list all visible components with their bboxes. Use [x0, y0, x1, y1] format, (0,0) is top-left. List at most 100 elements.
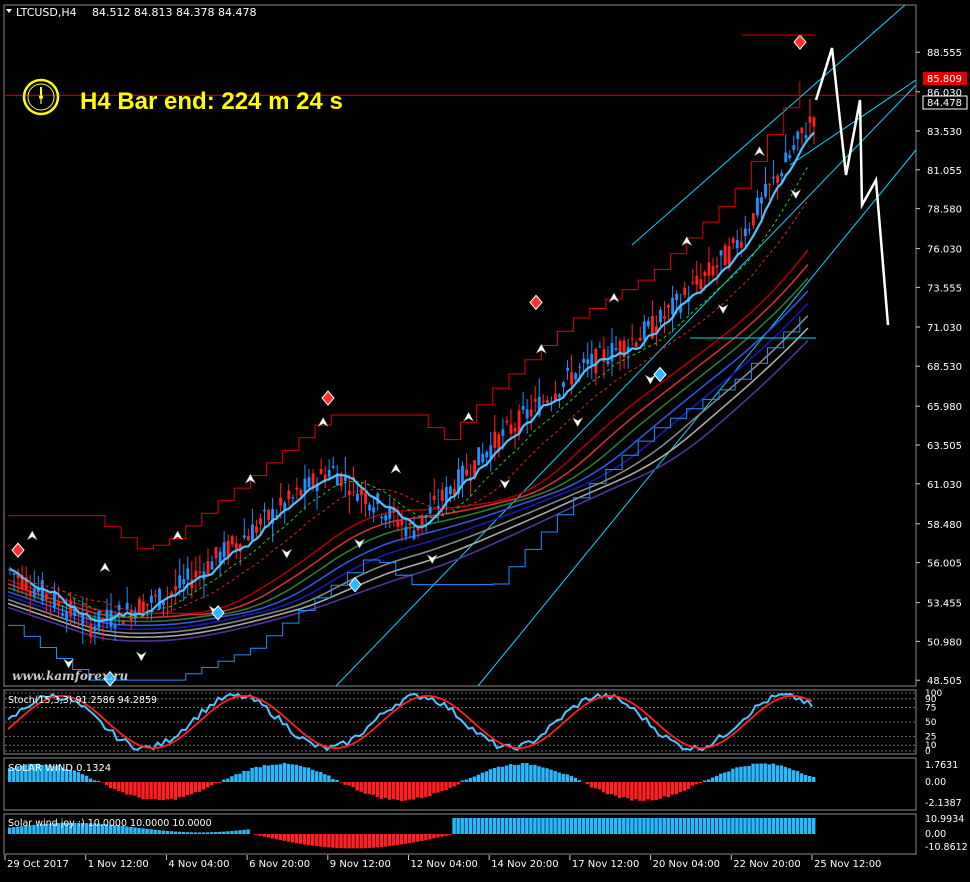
candle-body	[429, 507, 432, 514]
candle-body	[332, 466, 335, 468]
joy-bar	[768, 818, 771, 834]
candle-body	[328, 470, 331, 477]
candle-body	[699, 279, 702, 289]
joy-bar	[157, 830, 160, 834]
candle-body	[372, 507, 375, 512]
joy-bar	[662, 818, 665, 834]
candle-body	[530, 409, 533, 416]
candle-body	[182, 579, 185, 584]
stoch-level-label: 75	[925, 704, 936, 714]
candle-body	[736, 240, 739, 248]
candle-body	[396, 521, 399, 526]
candle-body	[158, 589, 161, 609]
joy-bar	[650, 818, 653, 834]
candle-body	[219, 552, 222, 564]
solar-wind-bar	[93, 780, 96, 782]
solar-wind-bar	[339, 782, 342, 783]
joy-bar	[210, 832, 213, 834]
candle-body	[615, 348, 618, 350]
candle-body	[732, 238, 735, 243]
solar-wind-bar	[170, 782, 173, 799]
solar-wind-bar	[428, 782, 431, 796]
candle-body	[304, 479, 307, 493]
solar-wind-bar	[695, 782, 698, 784]
solar-wind-bar	[796, 771, 799, 782]
candle-body	[441, 490, 444, 501]
joy-bar	[412, 834, 415, 842]
solar-wind-bar	[327, 775, 330, 782]
candle-body	[198, 571, 201, 572]
time-tick-label: 25 Nov 12:00	[814, 859, 881, 870]
joy-bar	[141, 828, 144, 834]
solar-tick-label: 1.7631	[925, 760, 958, 771]
solar-wind-bar	[444, 782, 447, 790]
solar-wind-bar	[557, 772, 560, 782]
joy-bar	[711, 818, 714, 834]
joy-tick-label: -10.8612	[925, 842, 968, 853]
candle-body	[255, 526, 258, 532]
joy-bar	[473, 818, 476, 834]
joy-bar	[521, 818, 524, 834]
solar-wind-bar	[493, 768, 496, 782]
candle-body	[804, 135, 807, 138]
solar-wind-bar	[691, 782, 694, 786]
candle-body	[384, 515, 387, 520]
candle-body	[405, 527, 408, 537]
price-tick-label: 81.055	[927, 166, 962, 177]
candle-body	[740, 242, 743, 248]
time-tick-label: 9 Nov 12:00	[330, 859, 391, 870]
solar-wind-bar	[182, 782, 185, 797]
solar-wind-bar	[440, 782, 443, 791]
joy-bar	[182, 832, 185, 834]
joy-bar	[759, 818, 762, 834]
solar-wind-bar	[715, 776, 718, 782]
solar-wind-bar	[149, 782, 152, 799]
candle-body	[639, 338, 642, 341]
solar-wind-bar	[432, 782, 435, 793]
candle-body	[691, 282, 694, 283]
candle-body	[772, 177, 775, 178]
solar-wind-bar	[711, 778, 714, 782]
joy-bar	[323, 834, 326, 847]
solar-wind-bar	[319, 772, 322, 782]
candle-body	[756, 198, 759, 215]
candle-body	[760, 197, 763, 203]
solar-wind-bar	[355, 782, 358, 790]
solar-wind-bar	[533, 765, 536, 782]
candle-body	[562, 382, 565, 387]
solar-wind-bar	[226, 779, 229, 782]
solar-wind-bar	[642, 782, 645, 801]
solar-wind-bar	[388, 782, 391, 800]
solar-wind-bar	[178, 782, 181, 797]
joy-bar	[481, 818, 484, 834]
candle-body	[251, 525, 254, 540]
candle-body	[45, 594, 48, 599]
candle-body	[554, 394, 557, 400]
candle-body	[312, 473, 315, 487]
solar-wind-bar	[485, 771, 488, 782]
joy-bar	[368, 834, 371, 848]
joy-bar	[796, 818, 799, 834]
solar-wind-bar	[254, 767, 257, 782]
joy-bar	[545, 818, 548, 834]
joy-bar	[719, 818, 722, 834]
candle-body	[122, 621, 125, 624]
joy-bar	[618, 818, 621, 834]
solar-wind-bar	[658, 782, 661, 799]
solar-wind-bar	[456, 782, 459, 784]
price-tick-label: 83.530	[927, 127, 962, 138]
solar-wind-bar	[420, 782, 423, 798]
joy-tick-label: 10.9934	[925, 814, 964, 825]
solar-wind-bar	[517, 765, 520, 782]
stoch-level-label: 0	[925, 747, 931, 757]
candle-body	[114, 624, 117, 627]
candle-body	[211, 561, 214, 569]
joy-bar	[178, 832, 181, 834]
joy-bar	[174, 832, 177, 834]
joy-bar	[214, 832, 217, 834]
joy-bar	[679, 818, 682, 834]
trading-chart[interactable]: 10090755025100 1.76310.00-2.1387 10.9934…	[0, 0, 970, 878]
solar-wind-bar	[335, 780, 338, 782]
solar-wind-bar	[121, 782, 124, 792]
candle-body	[647, 321, 650, 326]
